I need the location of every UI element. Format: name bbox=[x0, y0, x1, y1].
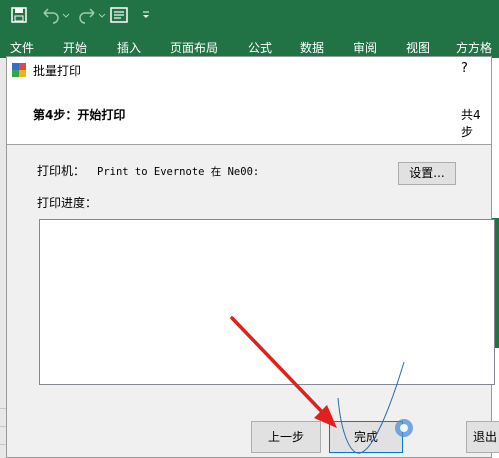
help-button[interactable]: ? bbox=[461, 61, 468, 76]
tab-home[interactable]: 开始 bbox=[63, 39, 87, 56]
tab-insert[interactable]: 插入 bbox=[117, 39, 141, 56]
app-icon bbox=[12, 63, 26, 77]
redo-icon[interactable] bbox=[76, 5, 98, 25]
printer-value: Print to Evernote 在 Ne00: bbox=[97, 166, 260, 178]
exit-button[interactable]: 退出 bbox=[466, 421, 499, 453]
step-title: 第4步：开始打印 bbox=[33, 108, 126, 122]
dialog-title: 批量打印 bbox=[33, 64, 82, 78]
tab-data[interactable]: 数据 bbox=[300, 39, 324, 56]
finish-button[interactable]: 完成 bbox=[329, 421, 403, 453]
settings-button[interactable]: 设置... bbox=[398, 162, 456, 185]
save-icon[interactable] bbox=[10, 5, 28, 25]
redo-dropdown-icon[interactable] bbox=[98, 5, 106, 25]
tab-file[interactable]: 文件 bbox=[10, 39, 34, 56]
dialog-titlebar: 批量打印 ? bbox=[7, 57, 491, 83]
tab-formulas[interactable]: 公式 bbox=[248, 39, 272, 56]
previous-step-button[interactable]: 上一步 bbox=[251, 421, 321, 453]
batch-print-dialog: 批量打印 ? 第4步：开始打印 共4步 打印机： Print to Everno… bbox=[6, 56, 499, 458]
tab-view[interactable]: 视图 bbox=[406, 39, 430, 56]
customize-toolbar-icon[interactable] bbox=[140, 5, 152, 25]
progress-label: 打印进度： bbox=[37, 196, 98, 210]
step-total: 共4步 bbox=[461, 108, 481, 139]
quick-access-toolbar bbox=[0, 0, 499, 32]
ribbon-tabs: 文件 开始 插入 页面布局 公式 数据 审阅 视图 方方格 bbox=[0, 32, 499, 58]
tab-fangfangge[interactable]: 方方格 bbox=[456, 39, 492, 56]
tab-review[interactable]: 审阅 bbox=[353, 39, 377, 56]
print-preview-icon[interactable] bbox=[108, 5, 130, 25]
undo-dropdown-icon[interactable] bbox=[62, 5, 70, 25]
undo-icon[interactable] bbox=[40, 5, 62, 25]
progress-log-box bbox=[39, 219, 495, 385]
printer-label: 打印机： bbox=[37, 164, 86, 178]
step-header: 第4步：开始打印 共4步 bbox=[7, 83, 491, 145]
tab-page-layout[interactable]: 页面布局 bbox=[170, 39, 218, 56]
